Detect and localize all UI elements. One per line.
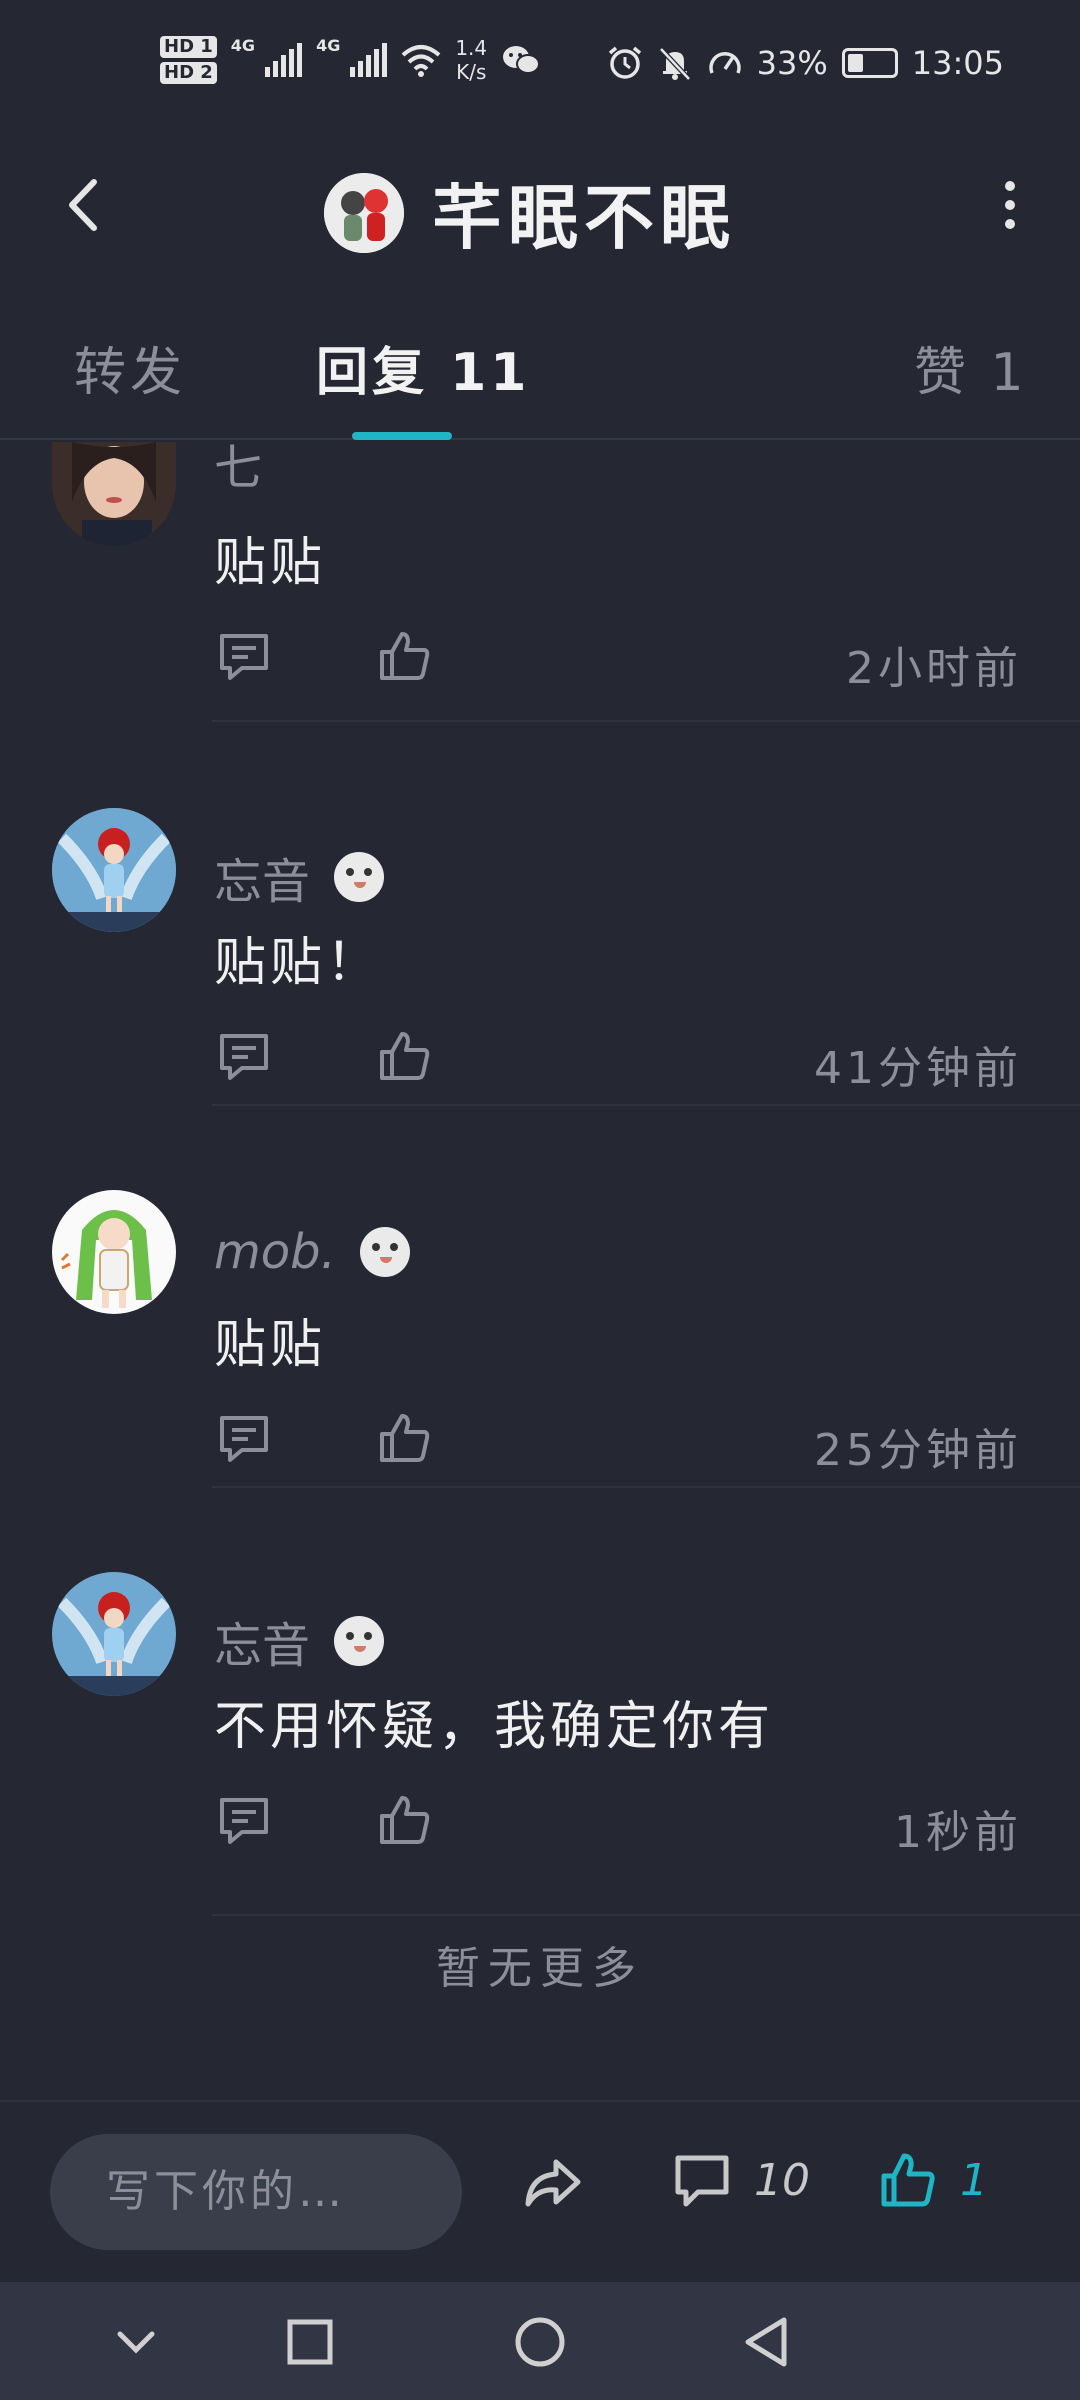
no-more-text: 暂无更多 — [436, 1943, 644, 1994]
list-item: 七 贴贴 2小时前 — [0, 442, 1080, 724]
status-left: HD 1 HD 2 4G 4G 1.4 K/s — [160, 36, 541, 84]
avatar[interactable] — [52, 1190, 176, 1314]
reply-icon[interactable] — [214, 1026, 274, 1086]
ghost-badge-icon — [334, 852, 385, 902]
comment-text: 贴贴 — [214, 1315, 327, 1375]
hd2-label: HD 2 — [160, 62, 217, 84]
avatar[interactable] — [52, 808, 176, 932]
reply-icon[interactable] — [214, 1790, 274, 1850]
hd-indicator: HD 1 HD 2 — [160, 36, 217, 84]
more-menu-icon[interactable] — [980, 170, 1040, 240]
comment-actions — [214, 1408, 434, 1468]
anime-winged-avatar-icon — [52, 808, 176, 932]
signal1-icon — [265, 43, 303, 77]
net-speed: 1.4 K/s — [455, 36, 487, 84]
username[interactable]: 忘音 — [214, 842, 385, 912]
divider — [212, 720, 1080, 722]
alarm-icon — [608, 46, 641, 79]
username-text: 忘音 — [214, 854, 311, 910]
ghost-badge-icon — [359, 1227, 410, 1277]
reply-icon[interactable] — [214, 626, 274, 686]
divider — [212, 1914, 1080, 1916]
network1-label: 4G — [230, 36, 256, 55]
bottom-action-bar: 写下你的… 10 1 — [0, 2100, 1080, 2280]
tab-active-indicator — [352, 432, 452, 440]
tab-repost[interactable]: 转发 — [74, 330, 186, 405]
avatar[interactable] — [52, 442, 176, 546]
username[interactable]: 七 — [214, 442, 262, 498]
list-item: mob. 贴贴 25分钟前 — [0, 1104, 1080, 1488]
username-text: 七 — [214, 442, 263, 496]
like-icon[interactable] — [374, 626, 434, 686]
list-item: 忘音 不用怀疑，我确定你有 1秒前 — [0, 1486, 1080, 1916]
share-button[interactable] — [520, 2150, 586, 2216]
battery-fill — [847, 54, 863, 72]
username-text: mob. — [214, 1224, 336, 1280]
speed-gauge-icon — [708, 52, 741, 74]
title-avatar[interactable] — [324, 172, 404, 253]
like-icon[interactable] — [374, 1790, 434, 1850]
tab-bar: 转发 回复 11 赞 1 — [0, 330, 1080, 440]
avatar[interactable] — [52, 1572, 176, 1696]
like-icon[interactable] — [374, 1408, 434, 1468]
reply-list[interactable]: 七 贴贴 2小时前 忘音 贴贴！ 41分钟前 mob. 贴贴 25分钟前 忘音 … — [0, 442, 1080, 2100]
share-icon — [525, 2159, 581, 2207]
wifi-icon — [402, 45, 441, 77]
network2-label: 4G — [316, 36, 341, 55]
system-nav-bar — [0, 2282, 1080, 2400]
anime-green-hair-avatar-icon — [52, 1190, 176, 1314]
user-photo-icon — [52, 442, 176, 546]
reply-icon[interactable] — [214, 1408, 274, 1468]
title-wrap[interactable]: 芊眠不眠 — [324, 162, 736, 263]
comments-button[interactable]: 10 — [672, 2150, 810, 2210]
comment-actions — [214, 1026, 434, 1086]
net-speed-value: 1.4 — [455, 36, 488, 60]
clock: 13:05 — [911, 44, 1004, 82]
comment-text: 贴贴 — [214, 533, 327, 593]
wechat-icon — [503, 46, 541, 74]
back-icon[interactable] — [50, 170, 120, 240]
comment-text: 不用怀疑，我确定你有 — [214, 1697, 775, 1757]
username-text: 忘音 — [214, 1618, 311, 1674]
divider — [212, 1104, 1080, 1106]
nav-collapse-icon[interactable] — [106, 2312, 166, 2372]
like-thumb-icon — [881, 2153, 935, 2207]
comment-time: 25分钟前 — [814, 1425, 1022, 1476]
comment-time: 41分钟前 — [814, 1043, 1022, 1094]
comment-actions — [214, 1790, 434, 1850]
comment-bubble-icon — [675, 2155, 729, 2207]
nav-recents-icon[interactable] — [280, 2312, 340, 2372]
net-speed-unit: K/s — [456, 60, 487, 84]
comment-actions — [214, 626, 434, 686]
comment-input[interactable]: 写下你的… — [50, 2134, 462, 2250]
comment-time: 1秒前 — [894, 1807, 1022, 1858]
page-title: 芊眠不眠 — [432, 177, 736, 259]
comment-text: 贴贴！ — [214, 933, 383, 993]
tab-likes[interactable]: 赞 1 — [914, 330, 1028, 405]
divider — [212, 1486, 1080, 1488]
battery-icon — [841, 48, 898, 78]
couple-avatar-icon — [324, 172, 404, 253]
like-button[interactable]: 1 — [878, 2150, 988, 2210]
battery-percent: 33% — [756, 44, 828, 82]
mute-bell-icon — [658, 47, 691, 81]
nav-home-icon[interactable] — [510, 2312, 570, 2372]
username[interactable]: mob. — [214, 1224, 410, 1280]
comment-time: 2小时前 — [846, 643, 1022, 694]
like-count: 1 — [960, 2154, 988, 2206]
list-item: 忘音 贴贴！ 41分钟前 — [0, 724, 1080, 1106]
signal2-icon — [350, 43, 388, 77]
header: 芊眠不眠 — [0, 150, 1080, 260]
anime-winged-avatar-icon — [52, 1572, 176, 1696]
hd1-label: HD 1 — [160, 36, 217, 58]
status-bar: HD 1 HD 2 4G 4G 1.4 K/s 33% 13:05 — [0, 0, 1080, 130]
username[interactable]: 忘音 — [214, 1606, 385, 1676]
nav-back-icon[interactable] — [738, 2312, 798, 2372]
status-right: 33% 13:05 — [607, 44, 1004, 82]
tab-replies[interactable]: 回复 11 — [316, 330, 530, 405]
ghost-badge-icon — [334, 1616, 385, 1666]
like-icon[interactable] — [374, 1026, 434, 1086]
comment-count: 10 — [754, 2154, 810, 2206]
